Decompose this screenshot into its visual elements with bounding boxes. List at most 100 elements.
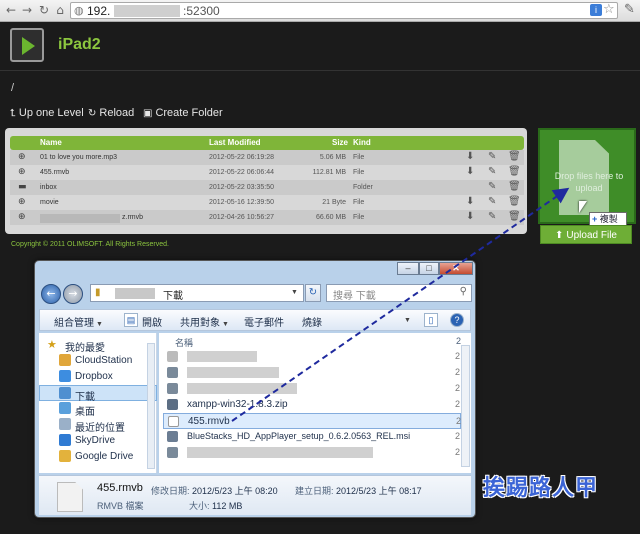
wrench-icon[interactable]: ✎ [624,2,635,17]
installer-icon [167,431,178,442]
search-input[interactable]: 搜尋 下載 ⚲ [326,284,472,302]
header-name[interactable]: Name [40,138,62,147]
nav-cloudstation[interactable]: CloudStation [39,353,157,369]
edit-icon[interactable]: ✎ [488,166,496,177]
list-item[interactable]: BlueStacks_HD_AppPlayer_setup_0.6.2.0563… [163,429,461,445]
table-row[interactable]: ▬ inbox 2012-05-22 03:35:50 Folder ✎ 🗑 [10,180,524,195]
file-name[interactable]: z.rmvb [122,214,143,221]
zip-icon [167,399,178,410]
refresh-icon[interactable]: ↻ [305,284,321,302]
file-kind: File [353,214,365,221]
table-row[interactable]: ⊕ movie 2012-05-16 12:39:50 21 Byte File… [10,195,524,210]
column-name-header[interactable]: 名稱 [175,336,193,349]
file-scrollbar[interactable] [461,345,470,467]
nav-skydrive[interactable]: SkyDrive [39,433,157,449]
detail-size: 大小: 112 MB [189,501,243,511]
nav-dropbox[interactable]: Dropbox [39,369,157,385]
trash-icon[interactable]: 🗑 [508,166,521,177]
archive-icon [167,383,178,394]
file-name[interactable]: inbox [40,184,57,191]
bookmark-star-icon[interactable]: ☆ [603,2,615,17]
email-button[interactable]: 電子郵件 [244,314,284,329]
table-row[interactable]: ⊕ 455.rmvb 2012-05-22 06:06:44 112.81 MB… [10,165,524,180]
edit-icon[interactable]: ✎ [488,181,496,192]
file-kind: File [353,169,365,176]
command-bar: 組合管理 ▼ ▤ 開啟 共用對象 ▼ 電子郵件 燒錄 ▼ ▯ ? [39,309,471,331]
redacted-file [187,351,257,362]
redacted-file [187,447,373,458]
table-row[interactable]: ⊕ z.rmvb 2012-04-26 10:56:27 66.60 MB Fi… [10,210,524,225]
file-modified: 2012-05-22 03:35:50 [209,184,274,191]
archive-icon [167,447,178,458]
file-icon [167,351,178,362]
address-dropdown-icon[interactable]: ▼ [291,289,298,296]
nav-scrollbar[interactable] [147,343,155,469]
navigation-pane: ★ 我的最愛 CloudStation Dropbox 下載 桌面 最近的位置 S… [39,333,157,473]
trash-icon[interactable]: 🗑 [508,196,521,207]
file-name[interactable]: 455.rmvb [40,169,69,176]
table-row[interactable]: ⊕ 01 to love you more.mp3 2012-05-22 06:… [10,150,524,165]
preview-pane-icon[interactable]: ▯ [424,313,438,327]
back-icon[interactable]: ← [4,3,18,17]
nav-recent[interactable]: 最近的位置 [39,417,157,434]
download-icon[interactable]: ⬇ [466,166,474,177]
help-icon[interactable]: ? [450,313,464,327]
upload-file-button[interactable]: ⬆ Upload File [540,225,632,244]
up-one-level-button[interactable]: ⮤ Up one Level [10,107,84,121]
reload-icon[interactable]: ↻ [37,3,51,17]
edit-icon[interactable]: ✎ [488,151,496,162]
list-item[interactable]: xampp-win32-1.8.3.zip 2 [163,397,461,413]
file-name: BlueStacks_HD_AppPlayer_setup_0.6.2.0563… [187,431,411,441]
copy-badge: + 複製 [589,212,627,226]
create-folder-button[interactable]: ▣ Create Folder [143,107,223,121]
close-button[interactable]: ✕ [439,262,473,275]
organize-menu[interactable]: 組合管理 ▼ [54,314,103,329]
drop-zone[interactable]: Drop files here to upload [538,128,636,224]
dropbox-icon [59,370,71,382]
detail-file-type: RMVB 檔案 [97,501,144,511]
header-modified[interactable]: Last Modified [209,138,261,147]
nav-favorites[interactable]: ★ 我的最愛 [39,337,157,354]
list-item-selected[interactable]: 455.rmvb 2 [163,413,461,429]
file-name[interactable]: movie [40,199,59,206]
edit-icon[interactable]: ✎ [488,211,496,222]
nav-google-drive[interactable]: Google Drive [39,449,157,465]
back-arrow-icon[interactable]: ← [41,284,61,304]
address-crumb[interactable]: 下載 [163,287,183,302]
file-size: 5.06 MB [319,154,346,161]
download-icon[interactable]: ⬇ [466,196,474,207]
explorer-address-bar[interactable]: ▮ 下載 [90,284,304,302]
edit-icon[interactable]: ✎ [488,196,496,207]
minimize-button[interactable]: – [397,262,419,275]
redacted-file [187,383,297,394]
copyright-text: Copyright © 2011 OLIMSOFT. All Rights Re… [11,241,169,248]
forward-icon[interactable]: → [20,3,34,17]
extension-icon[interactable]: i [590,4,602,16]
download-icon[interactable]: ⬇ [466,211,474,222]
nav-desktop[interactable]: 桌面 [39,401,157,418]
folder-plus-icon: ▣ [143,108,153,119]
file-modified: 2012-05-22 06:19:28 [209,154,274,161]
file-modified: 2012-05-22 06:06:44 [209,169,274,176]
list-item[interactable]: 2 [163,445,461,461]
list-item[interactable]: 2 [163,349,461,365]
nav-downloads[interactable]: 下載 [39,385,157,403]
trash-icon[interactable]: 🗑 [508,151,521,162]
view-options-icon[interactable]: ▼ [402,314,411,325]
header-size[interactable]: Size [332,138,348,147]
trash-icon[interactable]: 🗑 [508,211,521,222]
address-bar[interactable]: ◍ 192. :52300 [70,2,618,19]
file-name[interactable]: 01 to love you more.mp3 [40,154,117,161]
forward-arrow-icon[interactable]: → [63,284,83,304]
home-icon[interactable]: ⌂ [53,3,67,17]
burn-button[interactable]: 燒錄 [302,314,322,329]
reload-button[interactable]: ↻ Reload [88,107,134,121]
trash-icon[interactable]: 🗑 [508,181,521,192]
maximize-button[interactable]: □ [419,262,439,275]
list-item[interactable]: 2 [163,381,461,397]
share-menu[interactable]: 共用對象 ▼ [180,314,229,329]
download-icon[interactable]: ⬇ [466,151,474,162]
list-item[interactable]: 2 [163,365,461,381]
header-kind[interactable]: Kind [353,138,371,147]
open-button[interactable]: 開啟 [142,314,162,329]
